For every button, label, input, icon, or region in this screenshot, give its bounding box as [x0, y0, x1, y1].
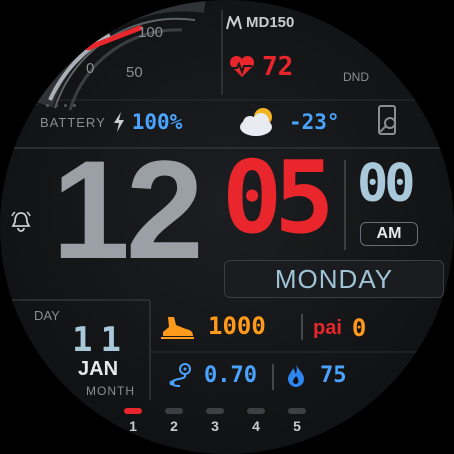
distance-value: 0.70: [204, 362, 257, 388]
pai[interactable]: pai 0: [313, 314, 366, 342]
pai-value: 0: [351, 314, 367, 342]
pai-label: pai: [313, 316, 342, 339]
brand-text: MD150: [246, 14, 295, 31]
page-number: 2: [170, 418, 178, 434]
page-item-3[interactable]: 3: [202, 408, 228, 434]
distance[interactable]: 0.70: [168, 362, 257, 388]
time-hours: 12: [52, 131, 204, 288]
distance-divider: [272, 364, 274, 390]
ampm-label: AM: [376, 225, 402, 242]
weekday-panel: MONDAY: [224, 260, 444, 298]
dnd-label: DND: [343, 70, 369, 84]
page-item-1[interactable]: 1: [120, 408, 146, 434]
page-pill: [247, 408, 265, 414]
date-month: JAN: [78, 358, 119, 380]
ampm-badge: AM: [360, 222, 418, 246]
brand-logo: MD150: [226, 14, 294, 31]
weather[interactable]: -23°: [237, 106, 340, 138]
gauge-tick-50: 50: [126, 64, 143, 81]
page-number: 1: [129, 418, 137, 434]
watch-face: 100 50 0 MD150 72 DND BATTERY 100% -23° …: [0, 0, 454, 454]
time-seconds: 00: [357, 154, 416, 214]
battery-indicator[interactable]: BATTERY 100%: [40, 104, 182, 134]
weekday-value: MONDAY: [274, 263, 394, 294]
alarm-bell-icon[interactable]: [10, 210, 32, 232]
phone-settings-icon[interactable]: [376, 104, 400, 138]
page-item-5[interactable]: 5: [284, 408, 310, 434]
page-number: 4: [252, 418, 260, 434]
month-label: MONTH: [86, 384, 135, 398]
steps-divider: [301, 314, 303, 340]
page-pill: [165, 408, 183, 414]
calories-value: 75: [320, 362, 347, 388]
lightning-icon: [113, 112, 124, 132]
page-item-4[interactable]: 4: [243, 408, 269, 434]
steps[interactable]: 1000: [160, 312, 266, 340]
calories[interactable]: 75: [286, 362, 347, 388]
page-number: 5: [293, 418, 301, 434]
gauge-tick-100: 100: [138, 24, 164, 41]
brand-m-icon: [226, 15, 242, 29]
heart-pulse-icon: [229, 55, 255, 77]
route-icon: [169, 363, 191, 387]
battery-label: BATTERY: [40, 114, 106, 130]
page-indicator: 1 2 3 4 5: [120, 408, 310, 434]
heart-rate[interactable]: 72: [228, 52, 293, 82]
shoe-icon: [161, 317, 194, 339]
steps-value: 1000: [208, 312, 266, 340]
page-pill: [206, 408, 224, 414]
time-minutes: 05: [222, 139, 334, 256]
page-number: 3: [211, 418, 219, 434]
heart-rate-value: 72: [262, 52, 294, 82]
flame-icon: [288, 364, 304, 387]
weather-temp: -23°: [289, 110, 340, 134]
battery-dots: [46, 104, 182, 107]
date-day: 11: [72, 320, 129, 360]
page-pill: [288, 408, 306, 414]
cloudy-sun-icon: [240, 108, 272, 136]
gauge-tick-0: 0: [86, 60, 95, 77]
page-pill-active: [124, 408, 142, 414]
day-label: DAY: [34, 308, 60, 323]
page-item-2[interactable]: 2: [161, 408, 187, 434]
